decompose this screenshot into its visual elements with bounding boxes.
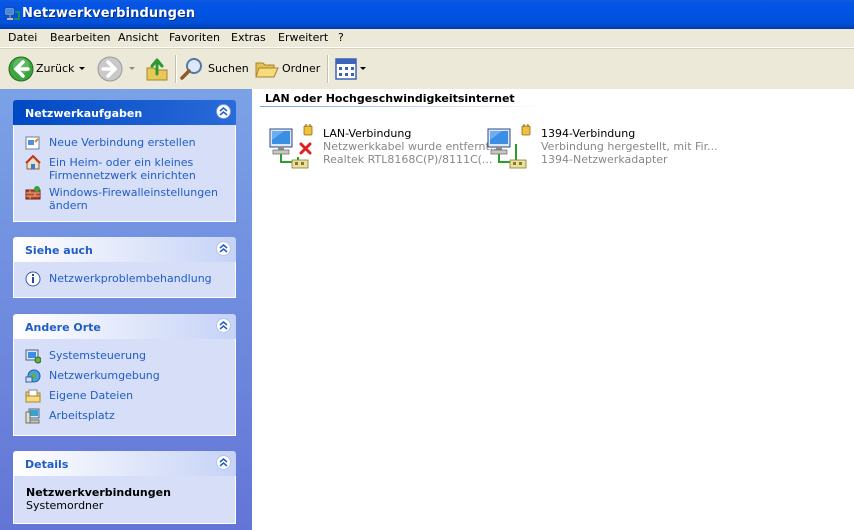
menu-ansicht[interactable]: Ansicht bbox=[118, 31, 159, 44]
details-panel: Details Netzwerkverbindungen Systemordne… bbox=[13, 451, 236, 524]
forward-arrow-icon bbox=[97, 56, 123, 82]
collapse-icon[interactable] bbox=[216, 455, 231, 470]
menu-extras[interactable]: Extras bbox=[231, 31, 266, 44]
network-tasks-panel: Netzwerkaufgaben Neue Verbindung erstell… bbox=[13, 100, 236, 222]
views-button[interactable] bbox=[333, 53, 369, 85]
toolbar-separator bbox=[327, 55, 329, 83]
home-network-label: Ein Heim- oder ein kleines Firmennetzwer… bbox=[49, 156, 196, 182]
network-tasks-header[interactable]: Netzwerkaufgaben bbox=[13, 100, 236, 125]
network-disconnected-icon bbox=[269, 124, 313, 169]
folders-button[interactable]: Ordner bbox=[254, 53, 320, 85]
connection-device: 1394-Netzwerkadapter bbox=[541, 153, 668, 166]
other-places-panel: Andere Orte Systemsteuerung Netzwerkumge… bbox=[13, 314, 236, 436]
my-computer-label: Arbeitsplatz bbox=[49, 409, 115, 422]
network-connections-icon bbox=[4, 7, 20, 20]
home-network-icon bbox=[25, 155, 41, 170]
folders-label: Ordner bbox=[282, 62, 321, 75]
new-connection-icon bbox=[25, 136, 40, 150]
connections-list: LAN oder Hochgeschwindigkeitsinternet LA… bbox=[252, 89, 854, 530]
lan-connection-item[interactable]: LAN-Verbindung Netzwerkkabel wurde entfe… bbox=[268, 124, 500, 174]
control-panel-icon bbox=[25, 349, 41, 364]
collapse-icon[interactable] bbox=[216, 241, 231, 256]
chevron-down-icon[interactable] bbox=[79, 67, 85, 71]
network-places-icon bbox=[25, 369, 41, 383]
menu-erweitert[interactable]: Erweitert bbox=[278, 31, 328, 44]
search-label: Suchen bbox=[208, 62, 249, 75]
control-panel-label: Systemsteuerung bbox=[49, 349, 147, 362]
connection-name: LAN-Verbindung bbox=[323, 127, 412, 140]
new-connection-label: Neue Verbindung erstellen bbox=[49, 136, 196, 149]
views-icon bbox=[335, 58, 357, 80]
chevron-down-icon[interactable] bbox=[360, 67, 366, 71]
menu-bar: Datei Bearbeiten Ansicht Favoriten Extra… bbox=[0, 29, 854, 48]
forward-button[interactable] bbox=[95, 53, 137, 85]
my-documents-icon bbox=[25, 389, 41, 403]
toolbar-separator bbox=[175, 55, 177, 83]
collapse-icon[interactable] bbox=[216, 104, 231, 119]
search-button[interactable]: Suchen bbox=[179, 53, 249, 85]
see-also-title: Siehe auch bbox=[25, 244, 93, 257]
window-title: Netzwerkverbindungen bbox=[22, 6, 196, 21]
back-arrow-icon bbox=[8, 56, 34, 82]
connection-device: Realtek RTL8168C(P)/8111C(... bbox=[323, 153, 493, 166]
other-places-header[interactable]: Andere Orte bbox=[13, 314, 236, 339]
up-folder-button[interactable] bbox=[143, 53, 171, 85]
task-pane: Netzwerkaufgaben Neue Verbindung erstell… bbox=[0, 89, 252, 530]
menu-favoriten[interactable]: Favoriten bbox=[169, 31, 220, 44]
network-places-label: Netzwerkumgebung bbox=[49, 369, 160, 382]
up-folder-icon bbox=[146, 58, 168, 81]
group-header: LAN oder Hochgeschwindigkeitsinternet bbox=[265, 92, 515, 105]
network-connected-icon bbox=[487, 124, 531, 169]
collapse-icon[interactable] bbox=[216, 318, 231, 333]
firewire-connection-item[interactable]: 1394-Verbindung Verbindung hergestellt, … bbox=[486, 124, 718, 174]
info-icon bbox=[25, 271, 41, 287]
details-title: Details bbox=[25, 458, 69, 471]
see-also-header[interactable]: Siehe auch bbox=[13, 237, 236, 262]
firewall-icon bbox=[25, 186, 41, 200]
details-header[interactable]: Details bbox=[13, 451, 236, 476]
network-tasks-title: Netzwerkaufgaben bbox=[25, 107, 143, 120]
back-label: Zurück bbox=[36, 62, 75, 75]
menu-help[interactable]: ? bbox=[338, 31, 344, 44]
folder-icon bbox=[255, 62, 279, 78]
see-also-panel: Siehe auch Netzwerkproblembehandlung bbox=[13, 237, 236, 298]
back-button[interactable]: Zurück bbox=[6, 53, 90, 85]
network-troubleshooter-label: Netzwerkproblembehandlung bbox=[49, 272, 212, 285]
connection-status: Verbindung hergestellt, mit Fir... bbox=[541, 140, 718, 153]
search-icon bbox=[180, 58, 202, 80]
chevron-down-icon[interactable] bbox=[129, 67, 135, 71]
title-bar[interactable]: Netzwerkverbindungen bbox=[0, 0, 854, 29]
firewall-settings-label: Windows-Firewalleinstellungen ändern bbox=[49, 186, 218, 212]
connection-name: 1394-Verbindung bbox=[541, 127, 636, 140]
group-divider bbox=[260, 106, 546, 107]
my-computer-icon bbox=[25, 408, 40, 424]
connection-status: Netzwerkkabel wurde entfernt... bbox=[323, 140, 501, 153]
menu-bearbeiten[interactable]: Bearbeiten bbox=[50, 31, 110, 44]
menu-datei[interactable]: Datei bbox=[8, 31, 37, 44]
other-places-title: Andere Orte bbox=[25, 321, 101, 334]
toolbar: Zurück Suchen Ordner bbox=[0, 48, 854, 90]
details-type: Systemordner bbox=[26, 499, 104, 512]
my-documents-label: Eigene Dateien bbox=[49, 389, 134, 402]
details-name: Netzwerkverbindungen bbox=[26, 486, 171, 499]
